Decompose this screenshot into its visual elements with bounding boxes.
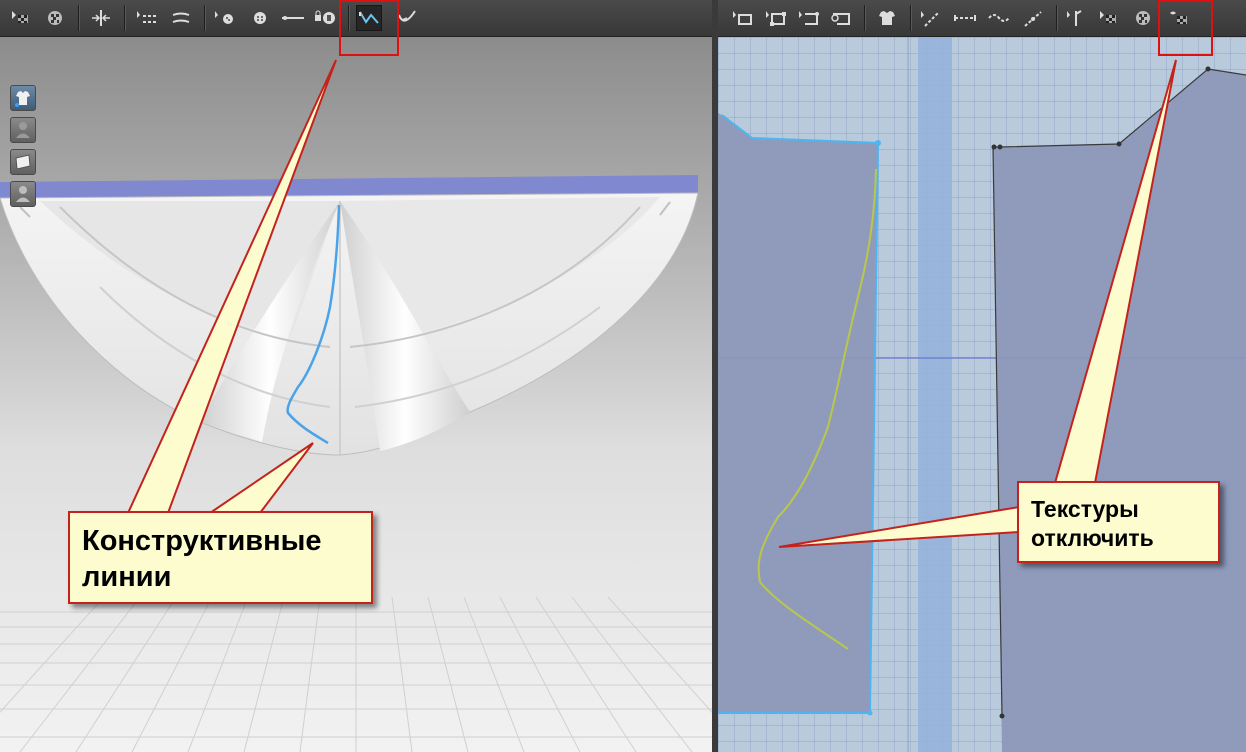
seam-allowance-icon[interactable] xyxy=(1020,6,1046,30)
2d-pattern-viewport[interactable] xyxy=(718,37,1246,752)
viewport-3d-window xyxy=(0,0,712,752)
pattern-piece-right[interactable] xyxy=(991,66,1246,752)
curve-line-icon[interactable] xyxy=(986,6,1012,30)
callout-textures-line1: Текстуры xyxy=(1031,496,1139,522)
button-icon[interactable] xyxy=(247,6,273,30)
internal-line-icon[interactable] xyxy=(918,6,944,30)
viewport-2d-window xyxy=(718,0,1246,752)
segment-line-icon[interactable] xyxy=(952,6,978,30)
add-point-icon[interactable] xyxy=(829,6,855,30)
draped-fabric xyxy=(0,192,699,456)
callout-constructive-lines: Конструктивные линии xyxy=(68,511,373,604)
select-texture-icon[interactable] xyxy=(1096,6,1122,30)
fold-arrange-icon[interactable] xyxy=(88,6,114,30)
pattern-piece-left[interactable] xyxy=(718,113,881,716)
side-icon-bar xyxy=(10,85,36,213)
topstitch-icon[interactable] xyxy=(280,6,306,30)
pin-icon[interactable] xyxy=(212,6,238,30)
highlight-internal-lines-button xyxy=(339,0,399,56)
fabric-icon[interactable] xyxy=(10,149,36,175)
edit-point-icon[interactable] xyxy=(796,6,822,30)
callout-constructive-line2: линии xyxy=(82,561,172,593)
edit-pattern-icon[interactable] xyxy=(730,6,756,30)
texture-mesh-icon[interactable] xyxy=(1130,6,1156,30)
texture-mesh-icon[interactable] xyxy=(42,6,68,30)
select-texture-icon[interactable] xyxy=(8,6,34,30)
highlight-textures-button xyxy=(1158,0,1213,56)
3d-scene xyxy=(0,175,712,752)
3d-viewport[interactable] xyxy=(0,37,712,752)
notch-icon[interactable] xyxy=(1064,6,1090,30)
2d-scene xyxy=(718,37,1246,752)
create-pattern-icon[interactable] xyxy=(874,6,900,30)
lock-button-icon[interactable] xyxy=(312,6,338,30)
callout-textures-line2: отключить xyxy=(1031,525,1154,551)
callout-textures-off: Текстуры отключить xyxy=(1017,481,1220,563)
callout-constructive-line1: Конструктивные xyxy=(82,525,322,557)
avatar-garment-icon[interactable] xyxy=(10,85,36,111)
avatar-icon[interactable] xyxy=(10,117,36,143)
floor-grid xyxy=(0,596,712,752)
sewing-line-icon[interactable] xyxy=(134,6,160,30)
sewing-segment-icon[interactable] xyxy=(168,6,194,30)
avatar-silhouette-icon[interactable] xyxy=(10,181,36,207)
transform-pattern-icon[interactable] xyxy=(763,6,789,30)
